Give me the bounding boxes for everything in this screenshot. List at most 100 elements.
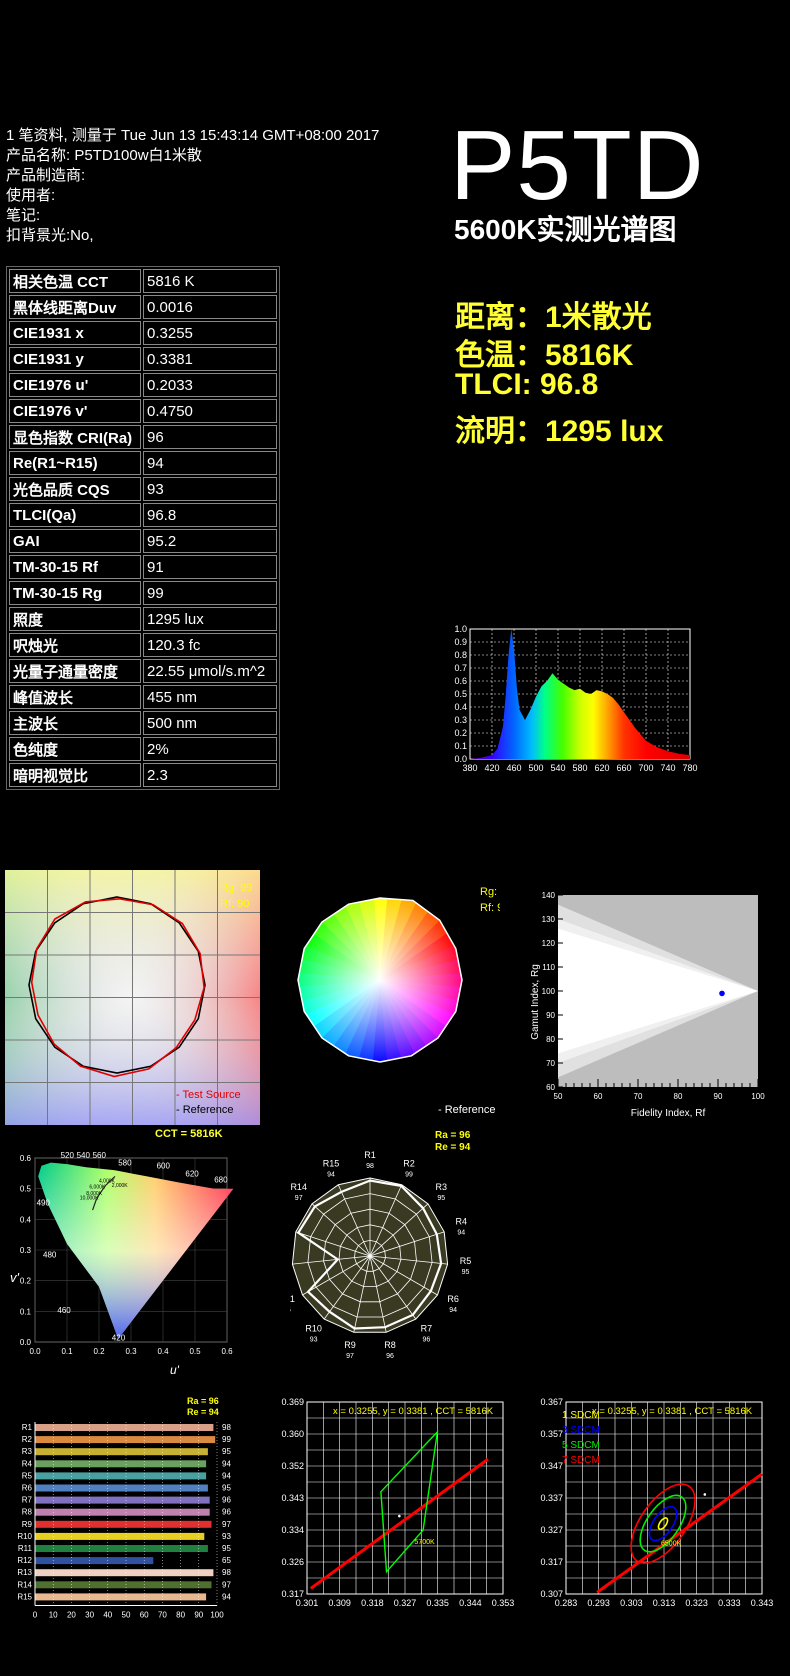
radar-value-label: 97 <box>295 1195 303 1202</box>
bar-mark <box>35 1484 208 1492</box>
metrics-row: 相关色温 CCT 5816 K <box>9 269 277 293</box>
sdcm-legend-7: 7 SDCM <box>562 1455 600 1466</box>
rf-rg-y-tick: 100 <box>542 987 556 996</box>
radar-value-label: 95 <box>437 1195 445 1202</box>
spectrum-y-tick: 0.1 <box>454 741 467 751</box>
cie1976-y-tick: 0.2 <box>20 1277 32 1286</box>
quad-x-tick: 0.344 <box>459 1598 482 1608</box>
metrics-row: 暗明视觉比 2.3 <box>9 763 277 787</box>
radar-category-label: R11 <box>290 1294 295 1304</box>
bar-category-label: R10 <box>17 1532 32 1541</box>
metric-label: 光量子通量密度 <box>9 659 141 683</box>
quad-y-tick: 0.352 <box>281 1461 304 1471</box>
spectrum-y-tick: 0.9 <box>454 637 467 647</box>
info-line: 扣背景光:No, <box>6 227 94 244</box>
bar-value-label: 94 <box>222 1471 231 1480</box>
bar-x-tick: 80 <box>176 1611 185 1620</box>
rf-rg-x-tick: 60 <box>594 1092 603 1101</box>
bar-x-tick: 70 <box>158 1611 167 1620</box>
metrics-row: 光量子通量密度 22.55 μmol/s.m^2 <box>9 659 277 683</box>
bar-value-label: 95 <box>222 1447 231 1456</box>
radar-value-label: 94 <box>449 1307 457 1314</box>
metric-label: GAI <box>9 529 141 553</box>
rf-rg-chart: 6070809010011012013014050 60 70 80 90 100 Fid… <box>530 891 765 1119</box>
bar-x-tick: 10 <box>49 1611 58 1620</box>
tm30-cct-label: CCT = 5816K <box>155 1128 223 1140</box>
radar-value-label: 94 <box>327 1171 335 1178</box>
radar-value-label: 96 <box>386 1353 394 1360</box>
radar-category-label: R4 <box>456 1216 468 1226</box>
spectrum-x-tick: 420 <box>484 763 499 773</box>
sdcm-ellipse-chart: 0.283 0.293 0.303 0.313 0.323 0.333 0.343 0.307… <box>540 1397 773 1608</box>
metric-value: 120.3 fc <box>143 633 277 657</box>
bar-mark <box>35 1569 214 1577</box>
metrics-row: CIE1976 v' 0.4750 <box>9 399 277 423</box>
spectrum-chart: 0.00.10.20.30.40.50.60.70.80.91.0380 420 4… <box>454 624 697 773</box>
metrics-row: TM-30-15 Rf 91 <box>9 555 277 579</box>
cie1976-xlabel: u' <box>170 1363 180 1377</box>
radar-value-label: 96 <box>423 1337 431 1344</box>
sdcm-x-tick: 0.333 <box>718 1598 741 1608</box>
metric-label: CIE1931 x <box>9 321 141 345</box>
spectrum-y-tick: 0.2 <box>454 728 467 738</box>
spectrum-x-tick: 380 <box>462 763 477 773</box>
radar-category-label: R15 <box>323 1158 340 1168</box>
bar-category-label: R15 <box>17 1592 32 1601</box>
metrics-row: 黑体线距离Duv 0.0016 <box>9 295 277 319</box>
rf-rg-y-tick: 70 <box>546 1059 555 1068</box>
chromaticity-quadrangle-chart: 0.301 0.309 0.318 0.327 0.335 0.344 0.353 0.317… <box>281 1397 514 1608</box>
quad-x-tick: 0.318 <box>361 1598 384 1608</box>
metric-value: 5816 K <box>143 269 277 293</box>
metric-value: 0.3381 <box>143 347 277 371</box>
bar-category-label: R8 <box>22 1508 33 1517</box>
metric-value: 22.55 μmol/s.m^2 <box>143 659 277 683</box>
rf-rg-y-tick: 80 <box>546 1035 555 1044</box>
info-line: 使用者: <box>6 187 56 204</box>
bar-mark <box>35 1496 210 1504</box>
quad-y-tick: 0.334 <box>281 1525 304 1535</box>
bar-mark <box>35 1557 154 1565</box>
cie1976-cct-label: 10,000K <box>80 1195 99 1201</box>
radar-category-label: R14 <box>290 1182 307 1192</box>
metric-value: 0.0016 <box>143 295 277 319</box>
metric-label: 显色指数 CRI(Ra) <box>9 425 141 449</box>
cie1976-wavelength-label: 460 <box>57 1306 71 1315</box>
bar-mark <box>35 1448 208 1456</box>
bar-value-label: 94 <box>222 1592 231 1601</box>
spectrum-x-tick: 660 <box>616 763 631 773</box>
sdcm-y-tick: 0.317 <box>540 1557 563 1567</box>
bar-value-label: 98 <box>222 1423 231 1432</box>
sdcm-legend-1: 1 SDCM <box>562 1410 600 1421</box>
bar-category-label: R9 <box>22 1520 33 1529</box>
highlight-tlci: TLCI: 96.8 <box>455 368 599 401</box>
quad-x-tick: 0.327 <box>394 1598 417 1608</box>
metric-value: 91 <box>143 555 277 579</box>
cie1976-wavelength-label: 680 <box>214 1176 228 1185</box>
metrics-row: CIE1931 x 0.3255 <box>9 321 277 345</box>
spectrum-x-tick: 780 <box>682 763 697 773</box>
bar-value-label: 94 <box>222 1459 231 1468</box>
metrics-row: 呎烛光 120.3 fc <box>9 633 277 657</box>
metric-value: 96.8 <box>143 503 277 527</box>
metric-label: 照度 <box>9 607 141 631</box>
cri-bar-chart: R1 98 R2 99 R3 95 R4 94 R5 94 R6 95 R7 96 R8 96 R9 97 R10 9… <box>17 1396 231 1620</box>
metric-value: 96 <box>143 425 277 449</box>
cie1976-chart: 0.00.0 0.1 0.1 0.2 0.2 0.3 0.3 0.4 0.4 0.5 0.5 0.6 0… <box>10 1151 234 1377</box>
bar-category-label: R5 <box>22 1471 33 1480</box>
metrics-row: 峰值波长 455 nm <box>9 685 277 709</box>
metric-label: 相关色温 CCT <box>9 269 141 293</box>
radar-category-label: R1 <box>364 1150 376 1160</box>
wheel-legend-reference: - Reference <box>438 1104 495 1116</box>
metric-label: Re(R1~R15) <box>9 451 141 475</box>
metric-label: 呎烛光 <box>9 633 141 657</box>
rf-rg-y-tick: 90 <box>546 1011 555 1020</box>
bar-value-label: 96 <box>222 1496 231 1505</box>
sdcm-coords-label: x = 0.3255, y = 0.3381 , CCT = 5816K <box>592 1406 753 1417</box>
cie1976-wavelength-label: 560 <box>93 1151 107 1160</box>
spectrum-y-tick: 0.6 <box>454 676 467 686</box>
radar-category-label: R3 <box>436 1182 448 1192</box>
bar-value-label: 93 <box>222 1532 231 1541</box>
cie1976-y-tick: 0.1 <box>20 1307 32 1316</box>
color-wheel-chart: Rg: 99 Rf: 90 - Reference <box>297 886 500 1116</box>
cie1976-y-tick: 0.6 <box>20 1154 32 1163</box>
